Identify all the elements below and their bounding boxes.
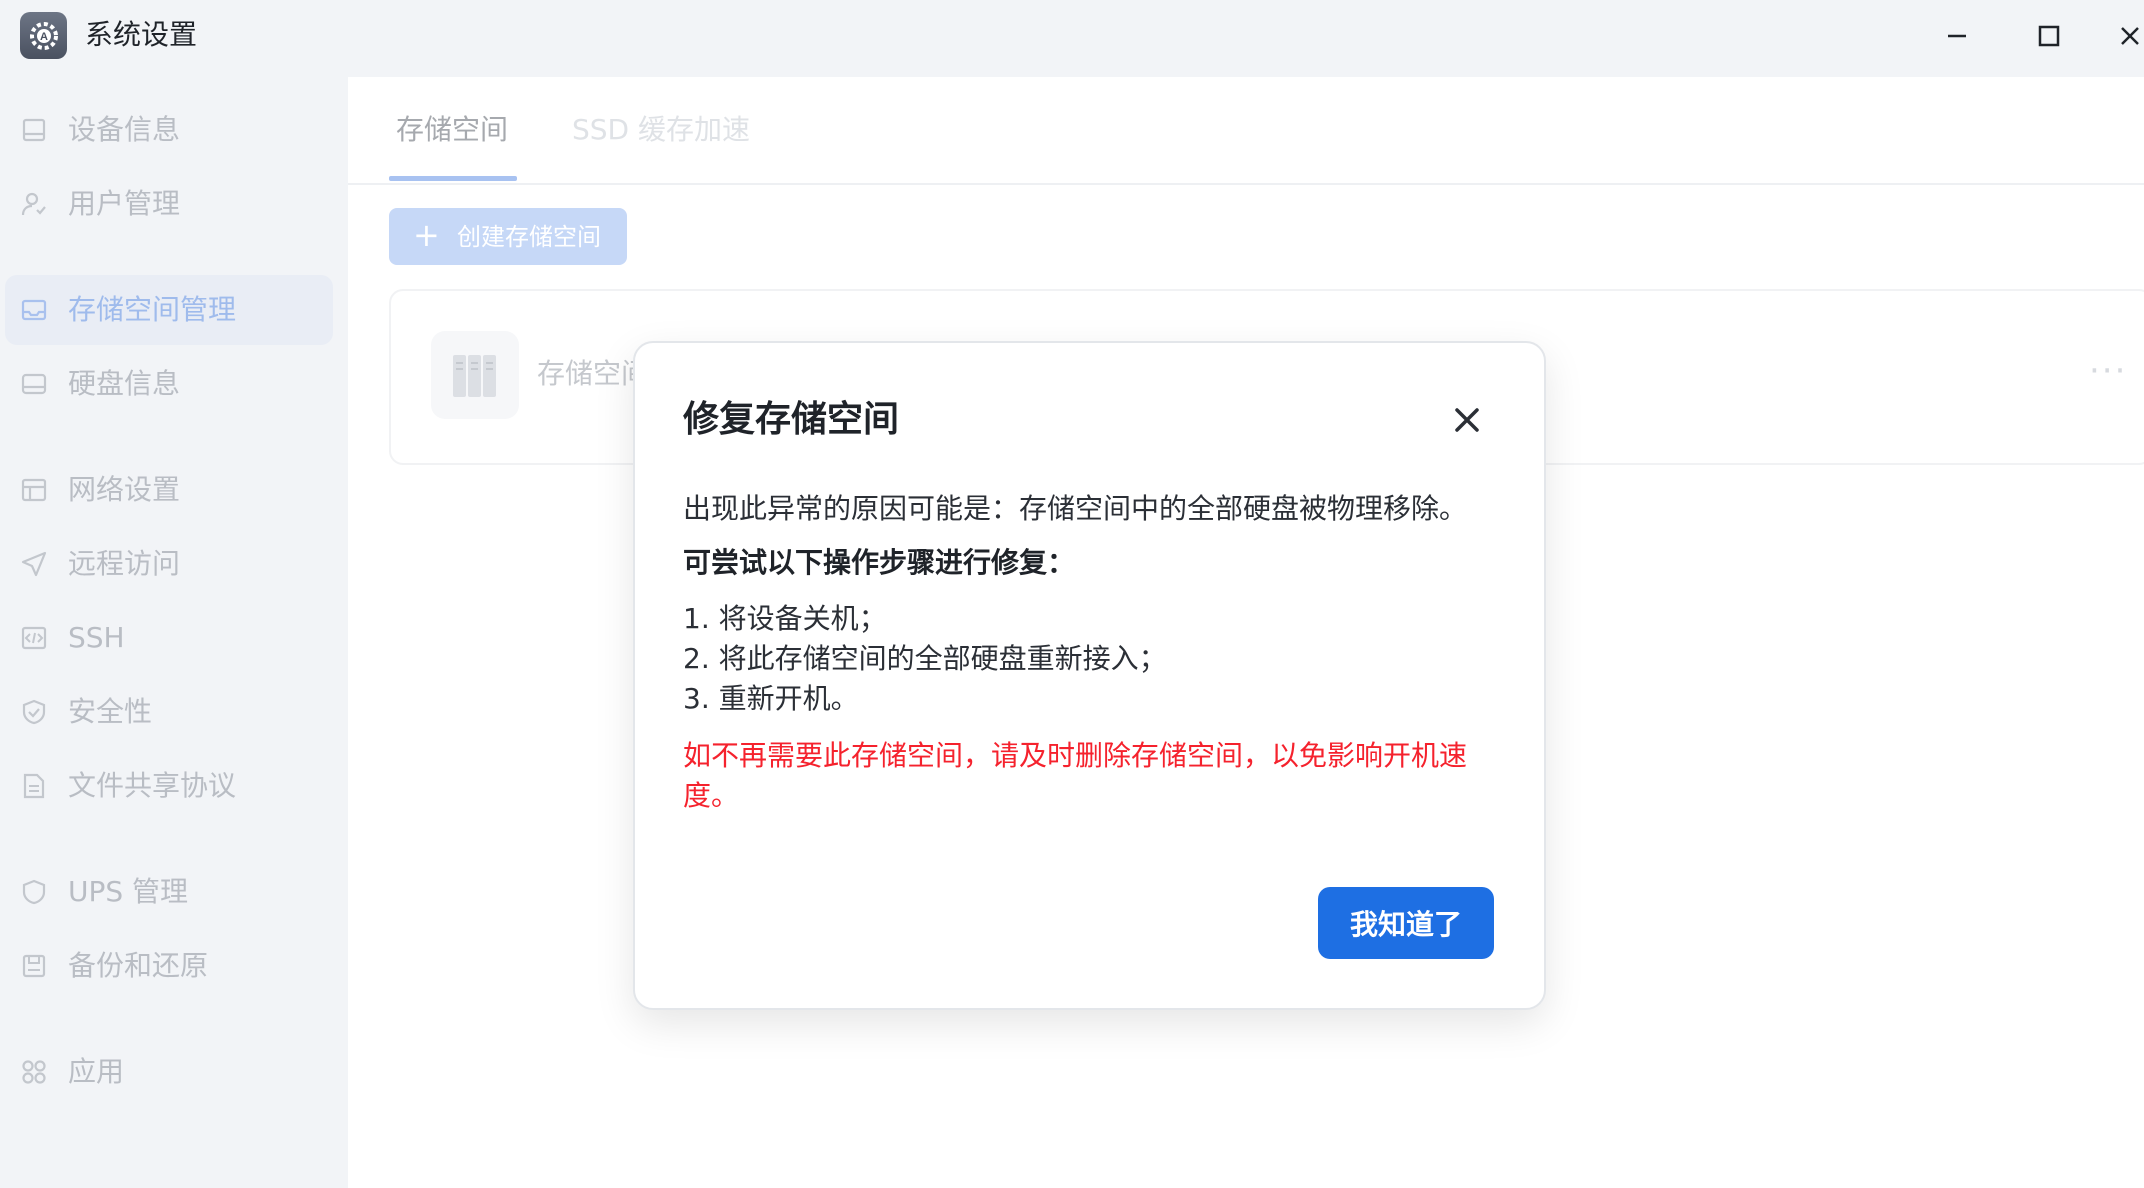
apps-icon [22,1060,46,1084]
network-icon [21,478,47,502]
title-bar: A 系统设置 [0,0,2144,77]
dialog-steps-title: 可尝试以下操作步骤进行修复： [683,546,1076,579]
dialog-warning-text: 如不再需要此存储空间，请及时删除存储空间，以免影响开机速度。 [683,739,1468,812]
maximize-icon [2038,25,2060,47]
save-icon [22,954,46,978]
minimize-button[interactable] [1935,14,1979,58]
minimize-icon [1948,34,1966,38]
sidebar-item-device-info[interactable]: 设备信息 [5,95,333,165]
sidebar-item-label: 用户管理 [68,187,181,220]
acknowledge-button[interactable]: 我知道了 [1318,887,1494,959]
create-storage-button[interactable]: + 创建存储空间 [389,208,627,265]
close-icon [2121,27,2139,45]
create-storage-label: 创建存储空间 [457,223,601,251]
monitor-icon [22,118,46,142]
sidebar-item-label: 存储空间管理 [68,293,237,326]
sidebar-item-label: 远程访问 [68,547,181,580]
dialog-step-item: 3. 重新开机。 [683,682,859,715]
close-window-button[interactable] [2118,14,2144,58]
dialog-reason-text: 出现此异常的原因可能是：存储空间中的全部硬盘被物理移除。 [683,492,1468,525]
document-icon [23,773,45,799]
storage-icon [21,299,47,321]
storage-pool-icon [431,331,519,419]
sidebar-item-backup-restore[interactable]: 备份和还原 [5,931,333,1001]
shield-check-icon [22,699,46,725]
sidebar-item-security[interactable]: 安全性 [5,677,333,747]
repair-storage-dialog: 修复存储空间 出现此异常的原因可能是：存储空间中的全部硬盘被物理移除。 可尝试以… [633,341,1546,1010]
sidebar-item-label: 网络设置 [68,473,181,506]
sidebar-item-label: 备份和还原 [68,949,209,982]
sidebar-item-ssh[interactable]: SSH [5,603,333,673]
shield-icon [22,879,46,905]
sidebar-item-disk-info[interactable]: 硬盘信息 [5,349,333,419]
sidebar-item-apps[interactable]: 应用 [5,1037,333,1107]
maximize-button[interactable] [2027,14,2071,58]
sidebar-item-file-sharing[interactable]: 文件共享协议 [5,751,333,821]
sidebar-item-label: 硬盘信息 [68,367,181,400]
dialog-step-item: 2. 将此存储空间的全部硬盘重新接入； [683,642,1167,675]
sidebar-item-label: UPS 管理 [68,875,189,908]
dialog-title: 修复存储空间 [683,399,900,440]
user-icon [21,192,46,216]
code-icon [21,626,47,650]
window-title: 系统设置 [85,18,198,51]
tab-storage[interactable]: 存储空间 [396,113,508,147]
active-tab-indicator [389,176,517,181]
sidebar-item-label: 应用 [68,1055,125,1088]
sidebar-item-user-management[interactable]: 用户管理 [5,169,333,239]
tab-ssd-cache[interactable]: SSD 缓存加速 [572,113,750,147]
close-icon [1455,408,1479,432]
sidebar-item-storage-management[interactable]: 存储空间管理 [5,275,333,345]
disk-icon [21,373,47,395]
more-options-icon[interactable]: ··· [2089,351,2127,391]
sidebar-item-ups[interactable]: UPS 管理 [5,857,333,927]
dialog-step-item: 1. 将设备关机； [683,602,887,635]
svg-text:A: A [40,31,48,43]
tab-bar: 存储空间 SSD 缓存加速 [348,77,2144,185]
send-icon [21,551,47,577]
plus-icon: + [413,216,440,254]
sidebar: 设备信息 用户管理 存储空间管理 硬盘信息 网络设置 远程访问 SSH 安全性 … [0,77,348,1188]
sidebar-item-network-settings[interactable]: 网络设置 [5,455,333,525]
sidebar-item-label: SSH [68,621,125,654]
sidebar-item-label: 安全性 [68,695,153,728]
sidebar-item-remote-access[interactable]: 远程访问 [5,529,333,599]
settings-app-icon: A [20,12,67,59]
sidebar-item-label: 文件共享协议 [68,769,237,802]
dialog-close-button[interactable] [1444,397,1490,443]
sidebar-item-label: 设备信息 [68,113,181,146]
